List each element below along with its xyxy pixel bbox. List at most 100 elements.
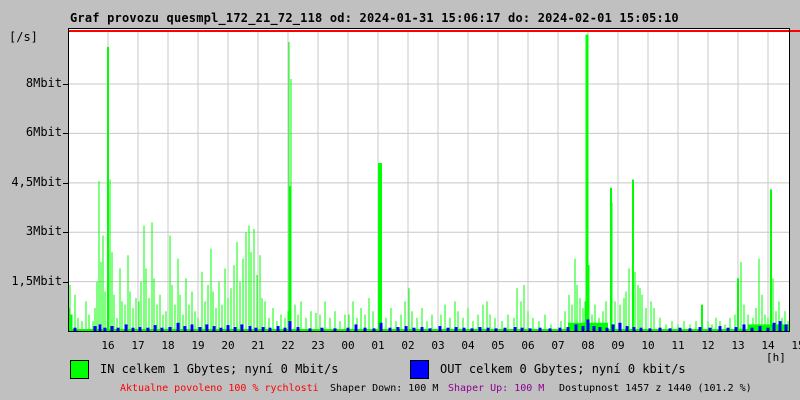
in-traffic-spike [239,281,241,331]
in-traffic-spike [339,321,341,331]
in-traffic-spike [787,321,789,331]
in-traffic-spike [138,301,140,331]
out-traffic-spike [320,327,324,331]
out-traffic-spike [219,327,223,331]
out-traffic-spike [470,328,474,331]
x-tick-label: 05 [491,339,505,352]
out-traffic-spike [372,328,376,331]
in-traffic-spike [564,311,566,331]
in-traffic-spike [230,288,232,331]
out-traffic-spike [131,327,135,331]
in-traffic-spike [411,311,413,331]
in-traffic-spike [113,294,115,331]
y-tick-mark [63,133,68,135]
limit-line [68,30,790,32]
in-traffic-spike [253,228,255,331]
in-traffic-spike [683,321,685,331]
in-traffic-spike [290,79,292,331]
in-traffic-spike [571,304,573,331]
y-tick-label: 6Mbit [25,125,62,140]
in-traffic-spike [634,271,636,331]
in-traffic-spike [637,284,639,331]
out-traffic-spike [611,324,615,331]
y-tick-label: 3Mbit [25,224,62,239]
in-traffic-spike [454,301,456,331]
in-traffic-spike [761,294,763,331]
in-traffic-spike [81,321,83,331]
y-axis-unit-label: [/s] [9,30,38,44]
in-traffic-spike [628,268,630,331]
in-traffic-spike [755,307,757,331]
out-traffic-spike [658,327,662,331]
out-traffic-spike [183,326,187,331]
out-traffic-spike [268,327,272,331]
in-traffic-spike [143,225,145,331]
out-traffic-spike [625,326,629,331]
x-tick-label: 18 [161,339,175,352]
x-tick-label: 13 [731,339,745,352]
in-traffic-spike [194,311,196,331]
out-traffic-spike [538,327,542,331]
in-legend-swatch [70,360,89,379]
in-traffic-spike [233,265,235,331]
out-traffic-spike [558,327,562,331]
in-traffic-spike [324,301,326,331]
out-traffic-spike [758,326,762,331]
in-traffic-spike [574,258,576,331]
out-traffic-spike [742,324,746,331]
in-traffic-spike [92,321,94,331]
out-traffic-spike [513,327,517,331]
in-traffic-spike [444,304,446,331]
in-traffic-spike [671,321,673,331]
x-tick-label: 12 [701,339,715,352]
in-traffic-spike [707,321,709,331]
in-traffic-spike [482,304,484,331]
in-traffic-spike [408,288,410,331]
out-traffic-spike [168,327,172,331]
out-traffic-spike [592,326,596,331]
out-traffic-spike [478,327,482,331]
in-traffic-spike [507,314,509,331]
in-traffic-spike [677,324,679,331]
in-traffic-spike [179,294,181,331]
out-traffic-spike [632,327,636,331]
out-traffic-spike [396,327,400,331]
in-traffic-spike [242,258,244,331]
in-traffic-spike [85,301,87,331]
in-traffic-spike [344,314,346,331]
in-traffic-spike [449,317,451,331]
x-tick-label: 20 [221,339,235,352]
out-traffic-spike [363,327,367,331]
in-traffic-spike [715,317,717,331]
in-traffic-spike [132,307,134,331]
in-traffic-spike [605,301,607,331]
out-traffic-spike [605,327,609,331]
out-traffic-spike [766,327,770,331]
out-traffic-spike [226,325,230,331]
in-traffic-spike [259,255,261,331]
in-traffic-spike [245,232,247,331]
out-traffic-spike [198,327,202,331]
x-tick-label: 09 [611,339,625,352]
out-traffic-spike [698,327,702,331]
in-traffic-spike [625,291,627,331]
in-traffic-spike [653,307,655,331]
in-traffic-spike [107,46,109,331]
in-traffic-spike [171,284,173,331]
in-traffic-spike [737,278,739,331]
in-traffic-spike [272,307,274,331]
x-tick-label: 10 [641,339,655,352]
out-traffic-spike [574,324,578,331]
in-traffic-spike [614,301,616,331]
in-traffic-spike [360,307,362,331]
x-tick-label: 11 [671,339,685,352]
in-traffic-spike [695,321,697,331]
in-traffic-spike [576,284,578,331]
in-traffic-spike [77,317,79,331]
out-traffic-spike [333,328,337,331]
in-traffic-spike [218,281,220,331]
in-traffic-spike [88,314,90,331]
in-traffic-spike [71,314,73,331]
in-traffic-spike [109,179,111,331]
in-traffic-spike [639,288,641,331]
